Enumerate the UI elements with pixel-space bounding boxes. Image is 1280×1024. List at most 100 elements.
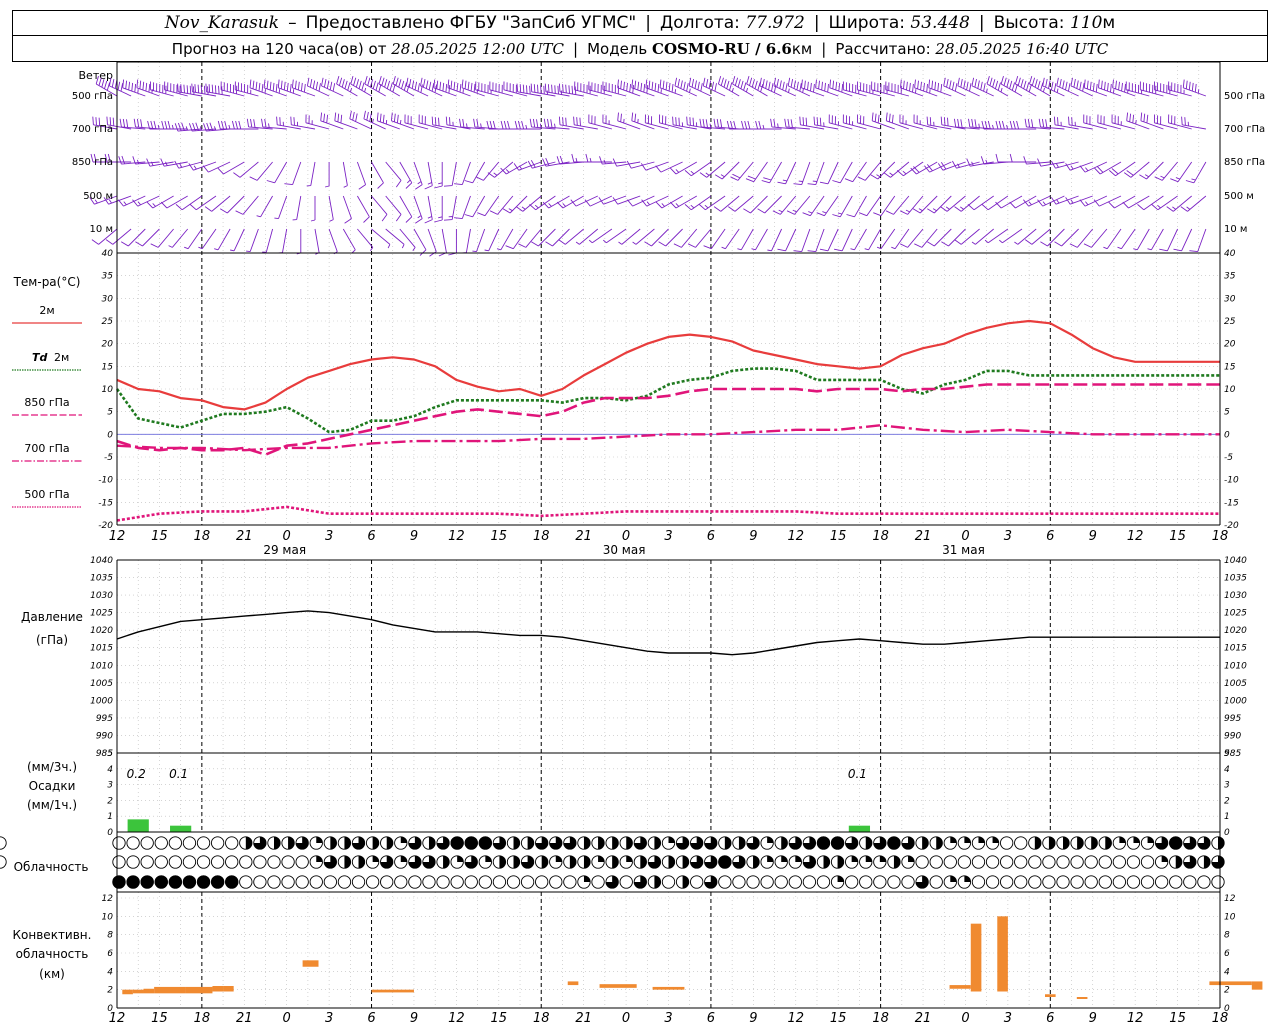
time-tick-11: 21 <box>575 529 592 544</box>
wind-barb-2-39 <box>640 161 669 171</box>
cloud-0-0 <box>112 836 126 850</box>
conv-bar-5 <box>212 986 224 992</box>
pressure-title: Давление <box>21 610 83 624</box>
temp-ylab-r-30: 30 <box>1224 294 1236 304</box>
cloud-fill-1-77 <box>1203 855 1211 869</box>
time-tick-bottom-12: 0 <box>622 1011 630 1024</box>
cloud-fill-1-46 <box>767 855 774 862</box>
conv-ylab-l-12: 12 <box>102 894 114 904</box>
cloud-fill-0-24 <box>450 836 464 850</box>
wind-barb-2-75 <box>1154 161 1178 181</box>
cloud-2-68 <box>1070 875 1084 889</box>
cloud-1-10 <box>253 855 267 869</box>
cloud-1-63 <box>1000 855 1014 869</box>
wind-barb-3-27 <box>477 195 500 217</box>
cloud-2-30 <box>535 875 549 889</box>
wind-barb-3-73 <box>1122 195 1150 209</box>
cloud-fill-0-12 <box>288 836 295 850</box>
wind-barb-4-34 <box>575 228 599 245</box>
cloud-2-48 <box>788 875 802 889</box>
wind-barb-3-76 <box>1166 195 1192 212</box>
cloud-fill-0-67 <box>1063 836 1070 850</box>
wind-barb-4-19 <box>385 228 405 249</box>
cloud-fill-1-53 <box>865 855 872 862</box>
legend-label-3: 700 гПа <box>24 442 69 455</box>
cloud-fill-2-60 <box>964 875 971 882</box>
day-label-1: 30 мая <box>603 543 646 557</box>
cloud-fill-1-24 <box>457 855 464 862</box>
wind-barb-4-57 <box>900 228 924 248</box>
wind-barb-4-18 <box>371 228 391 249</box>
cloud-2-19 <box>380 875 394 889</box>
cloud-2-41 <box>690 875 704 889</box>
precip-ylab-r-2: 2 <box>1224 796 1230 806</box>
cloud-fill-1-17 <box>358 855 365 869</box>
cloud-2-28 <box>506 875 521 889</box>
wind-barb-4-31 <box>531 228 556 247</box>
press-ylab-l-1005: 1005 <box>90 679 113 689</box>
wind-barb-0-21 <box>392 75 415 97</box>
cloud-2-25 <box>464 875 478 889</box>
wind-barb-2-9 <box>217 161 245 175</box>
time-tick-bottom-3: 21 <box>236 1011 253 1024</box>
cloud-fill-1-18 <box>372 855 379 862</box>
wind-barb-4-58 <box>914 228 938 248</box>
cloud-fill-0-29 <box>527 836 534 850</box>
wind-barb-4-46 <box>751 228 768 251</box>
cloud-fill-0-57 <box>922 836 929 850</box>
cloud-fill-0-71 <box>1119 836 1126 843</box>
time-tick-bottom-7: 9 <box>410 1011 418 1024</box>
wind-barb-3-12 <box>274 195 288 220</box>
cloud-2-65 <box>1028 875 1042 889</box>
cloud-fill-0-78 <box>1218 836 1225 850</box>
wind-barb-2-35 <box>585 153 612 163</box>
cloud-fill-1-33 <box>583 855 591 869</box>
wind-barb-4-21 <box>413 228 427 256</box>
cloud-fill-0-44 <box>738 836 746 850</box>
wind-barb-4-56 <box>891 228 910 250</box>
conv-bar-15 <box>1045 994 1056 997</box>
precip-ylab-l-2: 2 <box>107 796 113 806</box>
cloud-fill-1-56 <box>908 855 915 862</box>
cloud-fill-1-16 <box>344 855 351 869</box>
wind-barb-1-56 <box>885 112 910 130</box>
cloud-fill-0-65 <box>1034 836 1042 850</box>
press-ylab-l-1010: 1010 <box>90 661 113 671</box>
wind-barb-2-33 <box>556 155 584 165</box>
precip-bar-1 <box>170 825 192 832</box>
wind-barb-1-35 <box>588 114 613 130</box>
wind-barb-1-19 <box>363 110 386 130</box>
cloud-fill-0-38 <box>654 836 661 850</box>
wind-barb-0-77 <box>1182 79 1207 97</box>
wind-barb-1-74 <box>1140 112 1164 130</box>
wind-barb-0-11 <box>249 79 273 97</box>
cloud-fill-0-15 <box>330 836 337 850</box>
wind-barb-2-22 <box>424 161 433 190</box>
wind-barb-3-16 <box>342 195 352 224</box>
temp-ylab-r--5: -5 <box>1224 453 1233 463</box>
time-tick-23: 9 <box>1089 529 1097 544</box>
cloud-2-23 <box>436 875 450 889</box>
wind-barb-3-39 <box>641 195 669 207</box>
wind-barb-3-28 <box>489 195 514 215</box>
wind-barb-2-71 <box>1094 161 1122 175</box>
wind-barb-4-4 <box>150 228 174 248</box>
temp-ylab-r--20: -20 <box>1224 521 1239 531</box>
wind-barb-1-38 <box>631 112 655 130</box>
cloud-1-71 <box>1112 855 1127 869</box>
cloud-fill-0-39 <box>668 836 675 843</box>
cloud-fill-1-36 <box>626 855 633 862</box>
cloud-fill-2-51 <box>837 875 844 882</box>
cloud-0-8 <box>225 836 239 850</box>
conv-ylab-r-4: 4 <box>1224 967 1230 977</box>
wind-barb-4-55 <box>876 228 896 250</box>
time-tick-bottom-1: 15 <box>151 1011 168 1024</box>
wind-barb-1-37 <box>617 112 641 130</box>
cloud-1-8 <box>225 855 239 869</box>
cloud-2-27 <box>492 875 507 889</box>
conv-bar-18 <box>1251 981 1263 990</box>
precip-ylab-l-0: 0 <box>107 828 113 838</box>
precip-label-2: 0.1 <box>848 767 867 781</box>
wind-barb-3-77 <box>1180 195 1207 212</box>
wind-barb-2-76 <box>1170 161 1193 183</box>
